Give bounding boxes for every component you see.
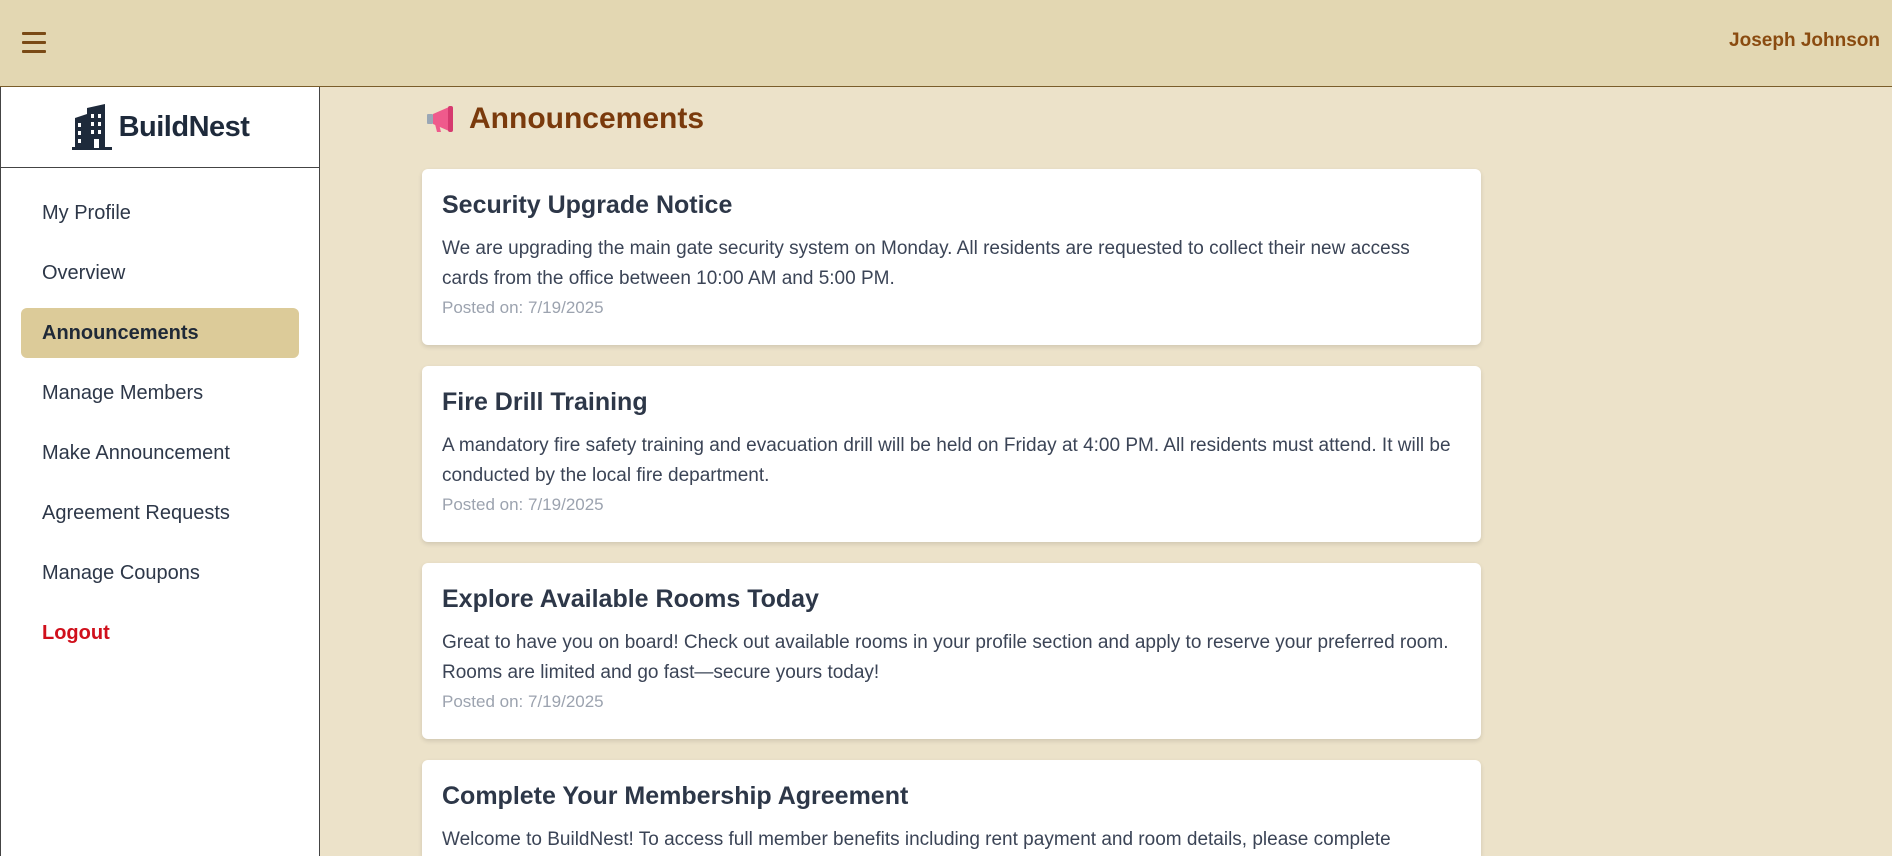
page-title: Announcements — [469, 102, 705, 135]
brand-logo[interactable]: BuildNest — [1, 87, 319, 168]
announcement-body: Great to have you on board! Check out av… — [442, 632, 1449, 683]
building-icon — [71, 104, 112, 150]
sidebar-item-make-announcement[interactable]: Make Announcement — [21, 428, 299, 478]
announcement-body: A mandatory fire safety training and eva… — [442, 435, 1451, 486]
hamburger-menu-icon[interactable] — [16, 26, 52, 58]
announcement-card: Explore Available Rooms Today Great to h… — [422, 563, 1481, 739]
announcement-card: Complete Your Membership Agreement Welco… — [422, 760, 1481, 856]
announcement-title: Explore Available Rooms Today — [442, 585, 819, 613]
announcement-body: Welcome to BuildNest! To access full mem… — [442, 829, 1391, 850]
sidebar-item-agreement-requests[interactable]: Agreement Requests — [21, 488, 299, 538]
megaphone-icon — [427, 106, 453, 132]
sidebar-item-manage-members[interactable]: Manage Members — [21, 368, 299, 418]
announcement-title: Fire Drill Training — [442, 388, 648, 416]
announcement-title: Security Upgrade Notice — [442, 191, 733, 219]
top-bar: Joseph Johnson — [0, 0, 1892, 87]
sidebar-item-my-profile[interactable]: My Profile — [21, 188, 299, 238]
announcement-body: We are upgrading the main gate security … — [442, 238, 1410, 289]
announcement-date: Posted on: 7/19/2025 — [442, 692, 604, 711]
sidebar: BuildNest My Profile Overview Announceme… — [0, 87, 320, 856]
user-name[interactable]: Joseph Johnson — [1729, 30, 1880, 52]
sidebar-item-manage-coupons[interactable]: Manage Coupons — [21, 548, 299, 598]
page-heading: Announcements — [425, 102, 704, 136]
logout-button[interactable]: Logout — [21, 608, 299, 658]
sidebar-nav: My Profile Overview Announcements Manage… — [1, 168, 319, 658]
announcement-date: Posted on: 7/19/2025 — [442, 298, 604, 317]
main-content: Announcements Security Upgrade Notice We… — [321, 88, 1892, 856]
sidebar-item-overview[interactable]: Overview — [21, 248, 299, 298]
announcement-date: Posted on: 7/19/2025 — [442, 495, 604, 514]
brand-name: BuildNest — [118, 110, 250, 143]
announcement-card: Fire Drill Training A mandatory fire saf… — [422, 366, 1481, 542]
announcement-title: Complete Your Membership Agreement — [442, 782, 909, 810]
announcement-card: Security Upgrade Notice We are upgrading… — [422, 169, 1481, 345]
sidebar-item-announcements[interactable]: Announcements — [21, 308, 299, 358]
